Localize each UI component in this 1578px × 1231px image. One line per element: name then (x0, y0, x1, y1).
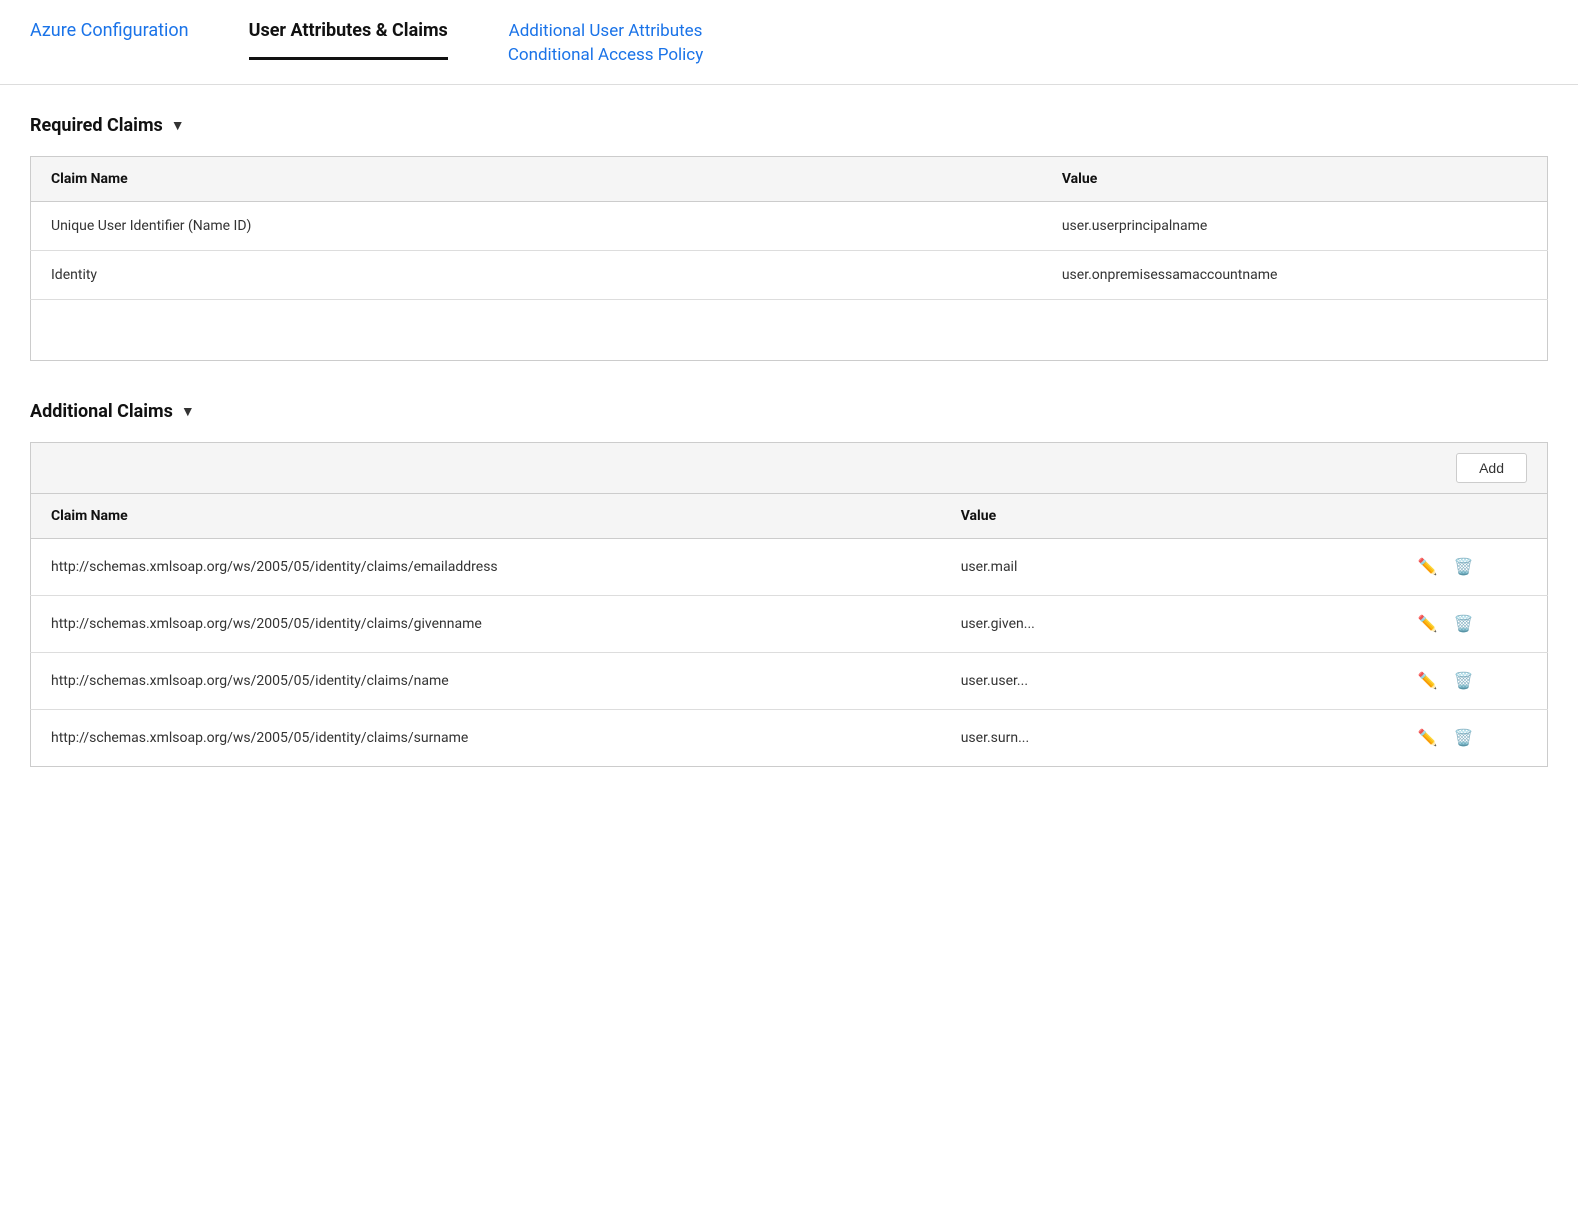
required-claim-value: user.onpremisessamaccountname (1042, 250, 1548, 299)
additional-claim-name: http://schemas.xmlsoap.org/ws/2005/05/id… (31, 538, 941, 595)
additional-claim-actions: ✏️ 🗑️ (1396, 538, 1548, 595)
additional-claim-actions: ✏️ 🗑️ (1396, 709, 1548, 766)
tab-azure-configuration[interactable]: Azure Configuration (30, 20, 189, 57)
additional-col-claim-name: Claim Name (31, 493, 941, 538)
additional-claim-value: user.mail (941, 538, 1396, 595)
additional-claim-value: user.given... (941, 595, 1396, 652)
edit-claim-button[interactable]: ✏️ (1416, 669, 1440, 693)
additional-claims-table: Claim Name Value http://schemas.xmlsoap.… (30, 493, 1548, 767)
tab-conditional-access-policy[interactable]: Conditional Access Policy (508, 44, 703, 68)
additional-col-value: Value (941, 493, 1396, 538)
required-col-value: Value (1042, 156, 1548, 201)
add-claim-button[interactable]: Add (1456, 453, 1527, 483)
additional-claims-arrow[interactable]: ▼ (181, 403, 195, 420)
tab-group-additional[interactable]: Additional User Attributes Conditional A… (508, 20, 703, 84)
required-claims-table: Claim Name Value Unique User Identifier … (30, 156, 1548, 361)
edit-claim-button[interactable]: ✏️ (1416, 726, 1440, 750)
additional-claims-header-row: Claim Name Value (31, 493, 1548, 538)
additional-claim-name: http://schemas.xmlsoap.org/ws/2005/05/id… (31, 709, 941, 766)
delete-claim-button[interactable]: 🗑️ (1452, 726, 1476, 750)
additional-claims-header: Additional Claims ▼ (30, 401, 1548, 422)
delete-claim-button[interactable]: 🗑️ (1452, 669, 1476, 693)
additional-claim-value: user.user... (941, 652, 1396, 709)
required-claim-value: user.userprincipalname (1042, 201, 1548, 250)
additional-claim-name: http://schemas.xmlsoap.org/ws/2005/05/id… (31, 595, 941, 652)
required-claims-arrow[interactable]: ▼ (171, 117, 185, 134)
additional-col-actions (1396, 493, 1548, 538)
required-claim-name: Unique User Identifier (Name ID) (31, 201, 1042, 250)
additional-claim-name: http://schemas.xmlsoap.org/ws/2005/05/id… (31, 652, 941, 709)
additional-claim-actions: ✏️ 🗑️ (1396, 595, 1548, 652)
edit-claim-button[interactable]: ✏️ (1416, 612, 1440, 636)
required-claims-title: Required Claims (30, 115, 163, 136)
required-claims-header: Required Claims ▼ (30, 115, 1548, 136)
additional-claim-row: http://schemas.xmlsoap.org/ws/2005/05/id… (31, 595, 1548, 652)
required-claims-header-row: Claim Name Value (31, 156, 1548, 201)
delete-claim-button[interactable]: 🗑️ (1452, 555, 1476, 579)
required-col-claim-name: Claim Name (31, 156, 1042, 201)
additional-claim-row: http://schemas.xmlsoap.org/ws/2005/05/id… (31, 652, 1548, 709)
additional-claim-row: http://schemas.xmlsoap.org/ws/2005/05/id… (31, 709, 1548, 766)
edit-claim-button[interactable]: ✏️ (1416, 555, 1440, 579)
spacer-cell (31, 299, 1548, 360)
nav-header: Azure Configuration User Attributes & Cl… (0, 0, 1578, 85)
required-claim-spacer (31, 299, 1548, 360)
required-claim-row: Identity user.onpremisessamaccountname (31, 250, 1548, 299)
additional-claim-actions: ✏️ 🗑️ (1396, 652, 1548, 709)
main-content: Required Claims ▼ Claim Name Value Uniqu… (0, 85, 1578, 797)
required-claim-row: Unique User Identifier (Name ID) user.us… (31, 201, 1548, 250)
tab-additional-user-attributes[interactable]: Additional User Attributes (509, 20, 703, 44)
tab-user-attributes-claims[interactable]: User Attributes & Claims (249, 20, 448, 60)
additional-claim-value: user.surn... (941, 709, 1396, 766)
delete-claim-button[interactable]: 🗑️ (1452, 612, 1476, 636)
additional-claims-title: Additional Claims (30, 401, 173, 422)
additional-claims-toolbar: Add (30, 442, 1548, 493)
additional-claim-row: http://schemas.xmlsoap.org/ws/2005/05/id… (31, 538, 1548, 595)
additional-claims-section: Additional Claims ▼ Add Claim Name Value… (30, 401, 1548, 767)
required-claim-name: Identity (31, 250, 1042, 299)
